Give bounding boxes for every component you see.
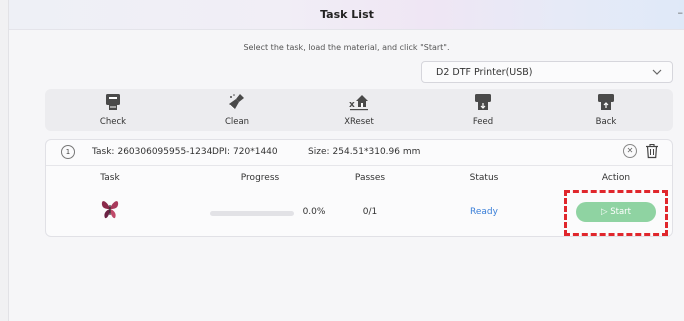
task-id: Task: 260306095955-1234 <box>92 147 212 157</box>
printer-select[interactable]: D2 DTF Printer(USB) <box>421 61 673 83</box>
clean-button[interactable]: Clean <box>197 89 277 131</box>
feed-printer-icon <box>475 94 491 110</box>
printer-select-value: D2 DTF Printer(USB) <box>436 67 533 78</box>
start-button[interactable]: ▷ Start <box>576 202 656 222</box>
task-id-value: 260306095955-1234 <box>117 147 213 157</box>
task-dpi-label: DPI: <box>212 147 231 157</box>
passes-value: 0/1 <box>362 207 378 217</box>
back-printer-icon <box>598 94 614 110</box>
close-task-icon[interactable]: ✕ <box>623 144 637 158</box>
column-task: Task <box>100 173 120 183</box>
clean-label: Clean <box>224 117 250 127</box>
svg-text:x: x <box>349 100 355 110</box>
task-size: Size: 254.51*310.96 mm <box>308 147 420 157</box>
task-size-value: 254.51*310.96 mm <box>332 147 421 157</box>
check-printer-icon <box>106 94 120 110</box>
chevron-down-icon <box>652 69 662 75</box>
xreset-label: XReset <box>344 117 374 127</box>
x-reset-home-icon: x <box>349 95 368 111</box>
column-progress: Progress <box>240 173 280 183</box>
column-action: Action <box>601 173 631 183</box>
task-list-window: Task List – Select the task, load the ma… <box>8 0 684 321</box>
task-id-label: Task: <box>92 147 115 157</box>
window-title: Task List <box>320 8 374 21</box>
column-status: Status <box>469 173 499 183</box>
task-size-label: Size: <box>308 147 330 157</box>
progress-bar <box>210 211 294 216</box>
back-button[interactable]: Back <box>566 89 646 131</box>
title-bar: Task List – <box>9 0 684 30</box>
feed-label: Feed <box>472 117 494 127</box>
trash-icon[interactable] <box>645 143 659 159</box>
task-dpi: DPI: 720*1440 <box>212 147 278 157</box>
toolbar: Check Clean x XReset Feed Back <box>45 89 673 131</box>
task-card: 1 Task: 260306095955-1234 DPI: 720*1440 Si… <box>45 139 673 237</box>
instruction-text: Select the task, load the material, and … <box>243 43 450 52</box>
feed-button[interactable]: Feed <box>443 89 523 131</box>
minimize-button[interactable]: – <box>678 6 684 19</box>
back-label: Back <box>595 117 617 127</box>
status-badge: Ready <box>470 207 498 217</box>
check-label: Check <box>99 117 127 127</box>
xreset-button[interactable]: x XReset <box>319 89 399 131</box>
column-passes: Passes <box>354 173 386 183</box>
task-index-badge[interactable]: 1 <box>61 145 75 159</box>
task-dpi-value: 720*1440 <box>233 147 278 157</box>
progress-text: 0.0% <box>302 207 326 217</box>
check-button[interactable]: Check <box>73 89 153 131</box>
task-thumbnail-butterfly-icon <box>101 201 119 219</box>
clean-brush-icon <box>229 94 244 110</box>
task-header: 1 Task: 260306095955-1234 DPI: 720*1440 Si… <box>46 140 672 166</box>
